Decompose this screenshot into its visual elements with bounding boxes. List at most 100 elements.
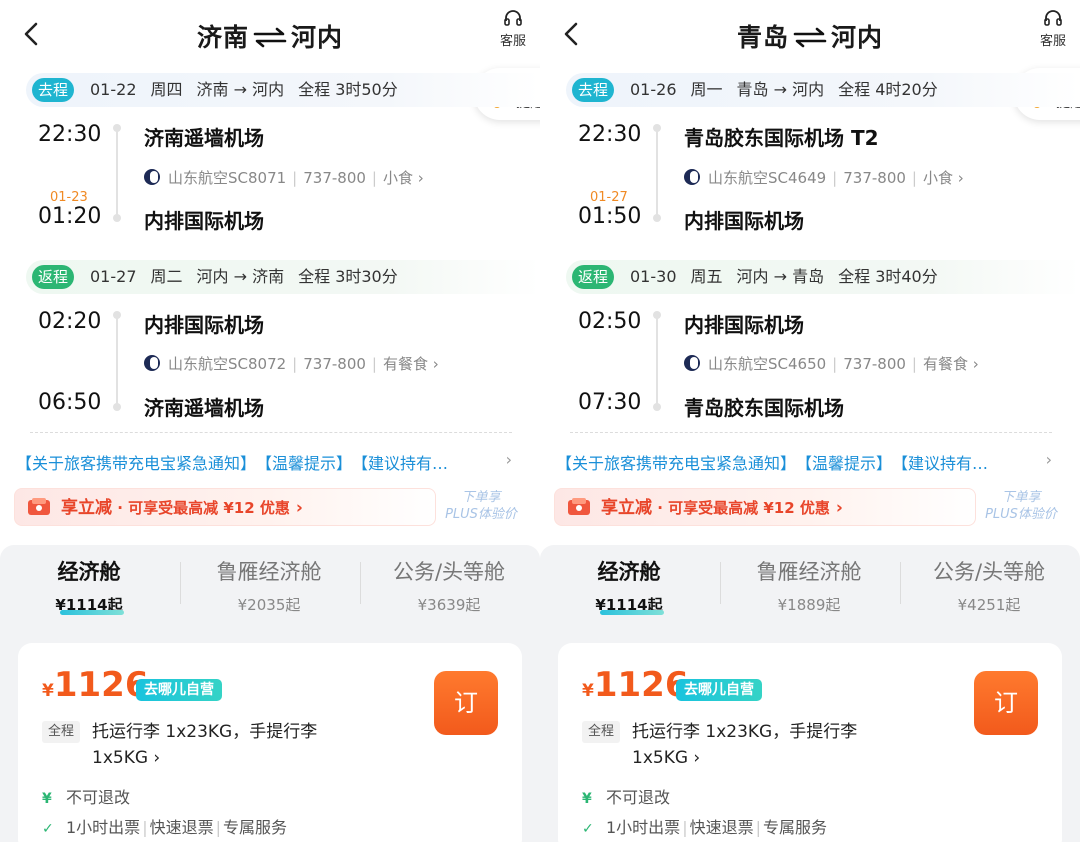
tab-premium-economy[interactable]: 鲁雁经济舱 ¥1889起: [724, 556, 894, 615]
return-dep-airport: 内排国际机场: [684, 313, 804, 337]
divider: [570, 432, 1052, 433]
yen-icon: ¥: [582, 791, 592, 807]
outbound-route: 济南 → 河内: [196, 80, 285, 99]
outbound-dep-time: 22:30: [38, 122, 102, 147]
outbound-dep-airport: 青岛胶东国际机场 T2: [684, 126, 879, 150]
cabin-price: ¥3639起: [417, 596, 481, 614]
return-dep-airport: 内排国际机场: [144, 313, 264, 337]
return-segment-header: 返程 01-27 周二 河内 → 济南 全程 3时30分: [26, 260, 540, 294]
luggage-info[interactable]: 托运行李 1x23KG，手提行李 1x5KG ›: [92, 719, 352, 771]
notice-item[interactable]: 【关于旅客携带充电宝紧急通知】: [16, 454, 256, 473]
shandong-airlines-logo-icon: [144, 169, 160, 185]
return-weekday: 周二: [150, 267, 183, 286]
timeline-line: [656, 317, 658, 405]
discount-promo-banner[interactable]: 享立减 · 可享受最高减 ¥12 优惠 ›: [554, 488, 976, 526]
outbound-segment-header: 去程 01-22 周四 济南 → 河内 全程 3时50分: [26, 73, 540, 107]
cabin-price: ¥2035起: [237, 596, 301, 614]
return-tag: 返程: [32, 265, 74, 289]
fare-price: ¥1126: [582, 665, 689, 705]
active-tab-indicator: [60, 610, 124, 615]
return-airline-info[interactable]: 山东航空SC4650 | 737-800 | 有餐食 ›: [684, 353, 979, 374]
coupon-icon: [568, 498, 590, 515]
promo-subtitle: · 可享受最高减 ¥12 优惠: [652, 499, 830, 517]
self-operated-badge: 去哪儿自营: [136, 679, 222, 701]
outbound-dep-airport: 济南遥墙机场: [144, 126, 264, 150]
return-date: 01-27: [90, 267, 137, 286]
header: 青岛 河内 客服: [540, 0, 1080, 70]
book-button[interactable]: 订: [434, 671, 498, 735]
outbound-date: 01-22: [90, 80, 137, 99]
discount-promo-banner[interactable]: 享立减 · 可享受最高减 ¥12 优惠 ›: [14, 488, 436, 526]
swap-arrows-icon[interactable]: [253, 26, 287, 48]
refund-policy: ¥ 不可退改: [42, 788, 131, 807]
shandong-airlines-logo-icon: [684, 355, 700, 371]
return-route: 河内 → 济南: [196, 267, 285, 286]
notice-item[interactable]: 【关于旅客携带充电宝紧急通知】: [556, 454, 796, 473]
tab-business-first[interactable]: 公务/头等舱 ¥3639起: [364, 556, 534, 615]
tab-economy[interactable]: 经济舱 ¥1114起: [4, 556, 174, 615]
tab-divider: [720, 562, 721, 604]
full-trip-tag: 全程: [582, 721, 621, 743]
notice-item[interactable]: 【建议持有…: [900, 454, 988, 473]
outbound-airline-info[interactable]: 山东航空SC8071 | 737-800 | 小食 ›: [144, 167, 424, 188]
shandong-airlines-logo-icon: [144, 355, 160, 371]
headset-icon: [1044, 10, 1062, 26]
cabin-price: ¥1889起: [777, 596, 841, 614]
return-tag: 返程: [572, 265, 614, 289]
customer-service-button[interactable]: 客服: [1038, 10, 1068, 49]
airline-flight: 山东航空SC8072: [168, 355, 287, 373]
promo-title: 享立减: [601, 498, 652, 518]
service-features: ✓ 1小时出票 | 快速退票 | 专属服务: [42, 818, 287, 837]
route-title: 青岛 河内: [736, 23, 884, 52]
notice-item[interactable]: 【温馨提示】: [804, 454, 892, 473]
tab-economy[interactable]: 经济舱 ¥1114起: [544, 556, 714, 615]
yen-icon: ¥: [42, 791, 52, 807]
luggage-info[interactable]: 托运行李 1x23KG，手提行李 1x5KG ›: [632, 719, 892, 771]
customer-service-button[interactable]: 客服: [498, 10, 528, 49]
outbound-weekday: 周四: [150, 80, 183, 99]
aircraft-type: 737-800: [303, 355, 366, 373]
cabin-name: 鲁雁经济舱: [756, 560, 862, 584]
notice-item[interactable]: 【温馨提示】: [264, 454, 352, 473]
chevron-right-icon[interactable]: ›: [506, 450, 512, 469]
tab-business-first[interactable]: 公务/头等舱 ¥4251起: [904, 556, 1074, 615]
timeline-line: [116, 130, 118, 216]
fare-price: ¥1126: [42, 665, 149, 705]
aircraft-type: 737-800: [303, 169, 366, 187]
outbound-tag: 去程: [572, 78, 614, 102]
timeline-line: [656, 130, 658, 216]
headset-icon: [504, 10, 522, 26]
check-icon: ✓: [42, 821, 54, 837]
notices-bar[interactable]: 【关于旅客携带充电宝紧急通知】 【温馨提示】 【建议持有… ›: [556, 450, 1076, 474]
fare-offer-card[interactable]: ¥1126 去哪儿自营 订 全程 托运行李 1x23KG，手提行李 1x5KG …: [18, 643, 522, 842]
outbound-arr-time: 01:50: [578, 204, 642, 229]
plus-price-hint: 下单享 PLUS体验价: [976, 489, 1066, 523]
tab-premium-economy[interactable]: 鲁雁经济舱 ¥2035起: [184, 556, 354, 615]
header: 济南 河内 客服: [0, 0, 540, 70]
notice-item[interactable]: 【建议持有…: [360, 454, 448, 473]
return-airline-info[interactable]: 山东航空SC8072 | 737-800 | 有餐食 ›: [144, 353, 439, 374]
aircraft-type: 737-800: [843, 169, 906, 187]
plus-line1: 下单享: [461, 490, 501, 505]
outbound-airline-info[interactable]: 山东航空SC4649 | 737-800 | 小食 ›: [684, 167, 964, 188]
shandong-airlines-logo-icon: [684, 169, 700, 185]
airline-flight: 山东航空SC4650: [708, 355, 827, 373]
return-arr-airport: 济南遥墙机场: [144, 396, 264, 420]
meal-info: 有餐食: [922, 355, 968, 373]
service-label: 客服: [499, 34, 526, 49]
tab-divider: [360, 562, 361, 604]
return-segment-header: 返程 01-30 周五 河内 → 青岛 全程 3时40分: [566, 260, 1080, 294]
fare-offer-card[interactable]: ¥1126 去哪儿自营 订 全程 托运行李 1x23KG，手提行李 1x5KG …: [558, 643, 1062, 842]
book-button[interactable]: 订: [974, 671, 1038, 735]
outbound-arr-airport: 内排国际机场: [144, 209, 264, 233]
check-icon: ✓: [582, 821, 594, 837]
cabin-name: 经济舱: [57, 560, 121, 584]
notices-bar[interactable]: 【关于旅客携带充电宝紧急通知】 【温馨提示】 【建议持有… ›: [16, 450, 536, 474]
chevron-right-icon[interactable]: ›: [1046, 450, 1052, 469]
return-dep-time: 02:20: [38, 309, 102, 334]
meal-info: 小食: [922, 169, 953, 187]
plus-line1: 下单享: [1001, 490, 1041, 505]
swap-arrows-icon[interactable]: [793, 26, 827, 48]
outbound-duration: 全程 4时20分: [838, 80, 938, 99]
outbound-date: 01-26: [630, 80, 677, 99]
